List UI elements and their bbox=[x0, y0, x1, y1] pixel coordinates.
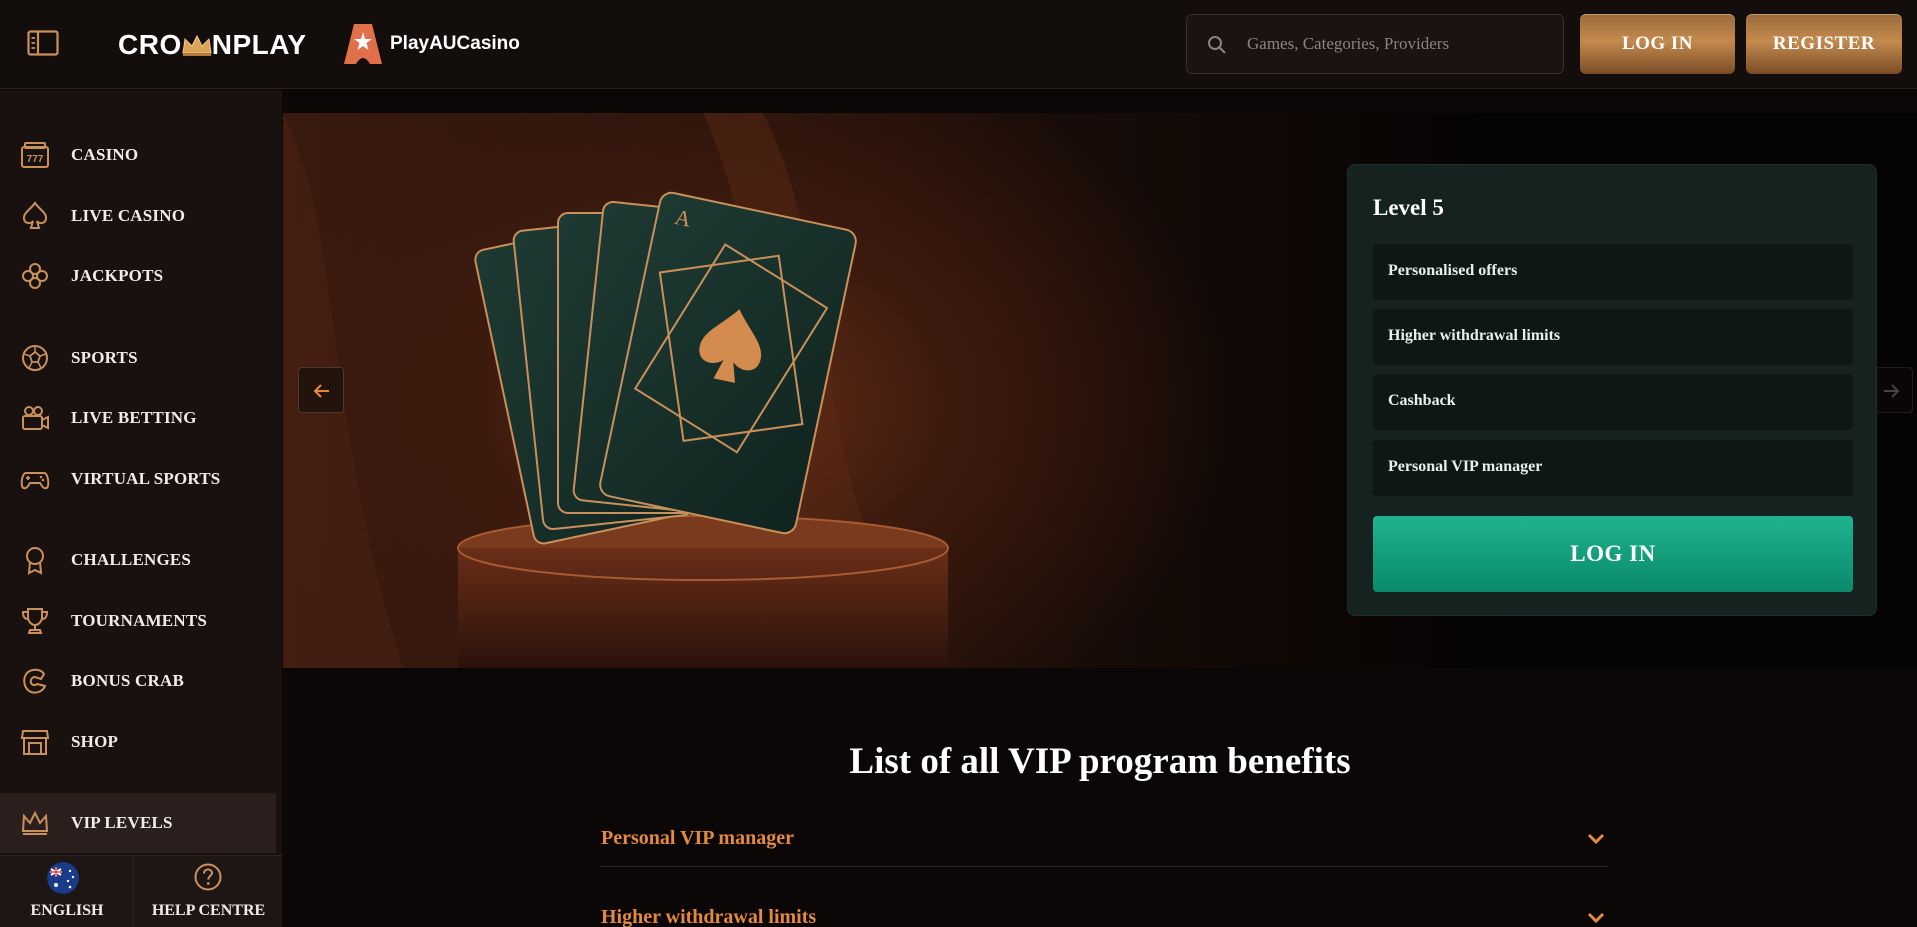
logo-text-left: CRO bbox=[118, 29, 182, 60]
accordion-divider bbox=[601, 866, 1609, 867]
australia-flag-icon bbox=[47, 862, 79, 894]
medal-icon bbox=[26, 547, 44, 575]
level-benefit: Higher withdrawal limits bbox=[1373, 309, 1853, 365]
gamepad-icon bbox=[20, 472, 50, 490]
chevron-down-icon bbox=[1587, 912, 1605, 924]
svg-text:777: 777 bbox=[27, 154, 44, 165]
sidebar-item-label: LIVE BETTING bbox=[71, 408, 197, 427]
sidebar-item-challenges[interactable]: CHALLENGES bbox=[0, 532, 276, 588]
crownplay-logo[interactable]: CRO NPLAY bbox=[118, 28, 307, 62]
level-title: Level 5 bbox=[1373, 195, 1444, 220]
sidebar-toggle-icon[interactable] bbox=[27, 30, 59, 56]
slot-machine-icon: 777 bbox=[21, 142, 49, 168]
header-login-button[interactable]: LOG IN bbox=[1580, 14, 1735, 74]
sidebar-item-label: LIVE CASINO bbox=[71, 206, 186, 225]
benefit-label: Higher withdrawal limits bbox=[1388, 327, 1561, 344]
sidebar-item-label: JACKPOTS bbox=[71, 266, 164, 285]
camera-icon bbox=[22, 406, 49, 430]
accordion-item[interactable]: Personal VIP manager bbox=[601, 812, 1609, 872]
arrow-right-icon bbox=[1884, 384, 1900, 398]
card-login-button[interactable]: LOG IN bbox=[1373, 516, 1853, 592]
sidebar-item-tournaments[interactable]: TOURNAMENTS bbox=[0, 593, 276, 649]
partner-tower-icon bbox=[344, 24, 382, 64]
logo-text-right: NPLAY bbox=[211, 29, 307, 60]
help-centre-link[interactable]: HELP CENTRE bbox=[135, 856, 282, 927]
partner-brand: PlayAUCasino bbox=[342, 22, 520, 66]
sidebar-item-label: SHOP bbox=[71, 732, 119, 751]
crown-logo-icon bbox=[182, 34, 212, 56]
accordion-label: Higher withdrawal limits bbox=[601, 906, 817, 927]
help-centre-label: HELP CENTRE bbox=[151, 902, 266, 919]
search-box[interactable] bbox=[1186, 14, 1564, 74]
sidebar-item-shop[interactable]: SHOP bbox=[0, 714, 276, 770]
ball-icon bbox=[22, 345, 48, 371]
partner-name: PlayAUCasino bbox=[390, 33, 520, 54]
shop-icon bbox=[20, 730, 50, 755]
arrow-left-icon bbox=[313, 384, 329, 398]
sidebar-item-label: VIRTUAL SPORTS bbox=[71, 469, 221, 488]
sidebar-item-label: CASINO bbox=[71, 145, 139, 164]
search-icon bbox=[1208, 36, 1226, 54]
playing-cards-illustration: A bbox=[283, 113, 949, 668]
crab-claw-icon bbox=[23, 668, 47, 694]
accordion-item[interactable]: Higher withdrawal limits bbox=[601, 891, 1609, 927]
benefit-label: Personal VIP manager bbox=[1388, 458, 1543, 475]
level-benefit: Personal VIP manager bbox=[1373, 440, 1853, 496]
app-root: CRO NPLAY PlayAUCasino LOG IN REGISTER bbox=[0, 0, 1917, 927]
sidebar-item-casino[interactable]: 777 CASINO bbox=[0, 127, 276, 183]
crown-icon bbox=[21, 810, 49, 835]
sidebar-item-label: SPORTS bbox=[71, 348, 138, 367]
vip-level-card: Level 5 Personalised offers Higher withd… bbox=[1347, 164, 1877, 616]
level-benefit: Personalised offers bbox=[1373, 244, 1853, 300]
sidebar-item-label: CHALLENGES bbox=[71, 550, 192, 569]
sidebar-item-bonus-crab[interactable]: BONUS CRAB bbox=[0, 653, 276, 709]
trophy-icon bbox=[21, 608, 49, 634]
accordion-label: Personal VIP manager bbox=[601, 827, 794, 849]
sidebar-item-vip-levels[interactable]: VIP LEVELS bbox=[0, 793, 276, 853]
chevron-down-icon bbox=[1587, 833, 1605, 845]
sidebar-item-jackpots[interactable]: JACKPOTS bbox=[0, 248, 276, 304]
benefit-label: Cashback bbox=[1388, 392, 1456, 409]
search-input[interactable] bbox=[1247, 15, 1547, 73]
sidebar-item-sports[interactable]: SPORTS bbox=[0, 330, 276, 386]
sidebar-item-label: TOURNAMENTS bbox=[71, 611, 208, 630]
sidebar-item-virtual-sports[interactable]: VIRTUAL SPORTS bbox=[0, 451, 276, 507]
spade-icon bbox=[22, 201, 48, 229]
clover-icon bbox=[22, 263, 48, 289]
sidebar: 777 CASINO LIVE CASINO JACKPOTS SPORTS L… bbox=[0, 90, 282, 927]
sidebar-item-label: VIP LEVELS bbox=[71, 813, 173, 832]
level-benefit: Cashback bbox=[1373, 374, 1853, 430]
carousel-prev-button[interactable] bbox=[298, 367, 344, 413]
language-selector[interactable]: ENGLISH bbox=[0, 856, 134, 927]
language-label: ENGLISH bbox=[30, 902, 104, 919]
sidebar-footer: ENGLISH HELP CENTRE bbox=[0, 855, 282, 927]
top-header: CRO NPLAY PlayAUCasino LOG IN REGISTER bbox=[0, 0, 1917, 89]
help-question-icon bbox=[194, 863, 222, 891]
sidebar-item-live-casino[interactable]: LIVE CASINO bbox=[0, 188, 276, 244]
section-title: List of all VIP program benefits bbox=[849, 741, 1351, 782]
register-button[interactable]: REGISTER bbox=[1746, 14, 1902, 74]
benefit-label: Personalised offers bbox=[1388, 262, 1518, 279]
sidebar-item-live-betting[interactable]: LIVE BETTING bbox=[0, 390, 276, 446]
sidebar-item-label: BONUS CRAB bbox=[71, 671, 184, 690]
